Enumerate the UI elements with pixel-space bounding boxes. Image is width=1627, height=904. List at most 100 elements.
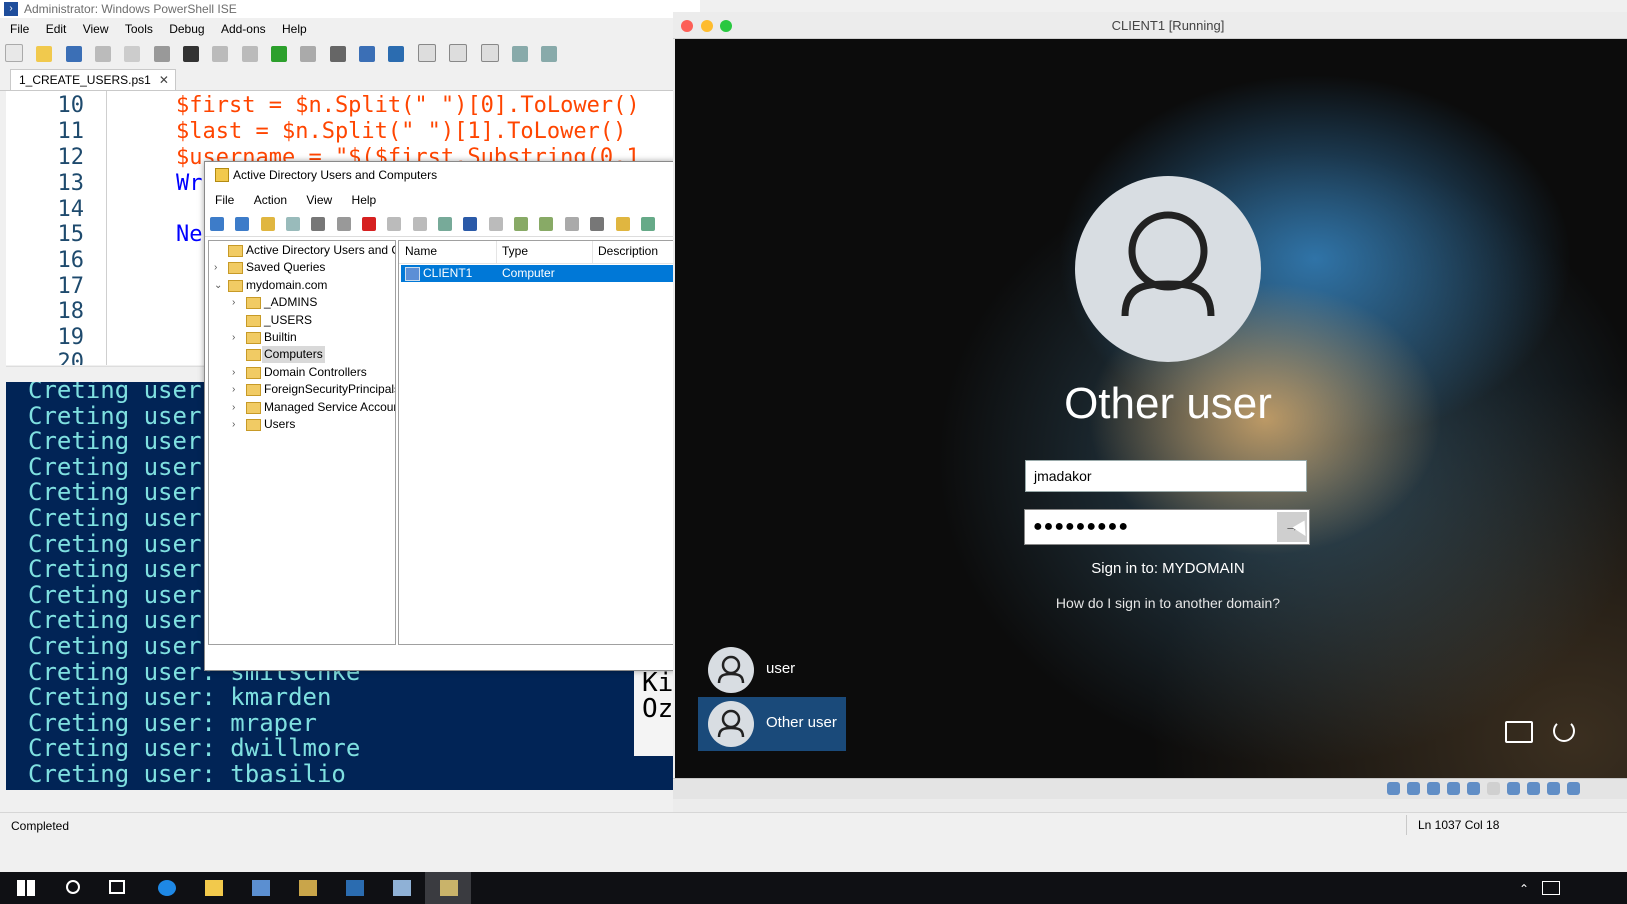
filter-icon[interactable]: [590, 217, 605, 231]
tree-expander-icon[interactable]: ⌄: [214, 277, 226, 294]
task-view-button[interactable]: [94, 872, 140, 904]
menu-tools[interactable]: Tools: [125, 22, 153, 36]
copy-icon[interactable]: [124, 46, 141, 62]
show-tree-icon[interactable]: [286, 217, 301, 231]
tree-expander-icon[interactable]: ›: [214, 259, 226, 276]
column-divider[interactable]: [592, 241, 593, 263]
redo-icon[interactable]: [241, 46, 258, 62]
start-button[interactable]: [2, 872, 48, 904]
password-field[interactable]: ●●●●●●●●●: [1033, 512, 1273, 542]
menu-debug[interactable]: Debug: [169, 22, 204, 36]
export-list-icon[interactable]: [438, 217, 453, 231]
vm-login-screen[interactable]: Other user jmadakor ●●●●●●●●● → Sign in …: [675, 39, 1627, 778]
paste-icon[interactable]: [336, 217, 351, 231]
view-icon[interactable]: [488, 217, 503, 231]
account-tile-user[interactable]: user: [698, 643, 846, 697]
network-tray-icon[interactable]: [1542, 881, 1560, 895]
search-button[interactable]: [48, 872, 94, 904]
hard-disk-icon[interactable]: [1387, 782, 1400, 795]
tree-expander-icon[interactable]: ›: [232, 416, 244, 433]
cpu-icon[interactable]: [1547, 782, 1560, 795]
start-powershell-icon[interactable]: [388, 46, 405, 62]
usb-icon[interactable]: [1467, 782, 1480, 795]
refresh-icon[interactable]: [412, 217, 427, 231]
powershell-ise-button[interactable]: [378, 872, 424, 904]
username-field[interactable]: jmadakor: [1025, 460, 1307, 492]
cut-icon[interactable]: [95, 46, 112, 62]
power-icon[interactable]: [1553, 720, 1575, 742]
server-manager-button[interactable]: [237, 872, 283, 904]
aduc-menu-view[interactable]: View: [306, 193, 332, 207]
table-row[interactable]: CLIENT1 Computer: [401, 265, 676, 282]
chevron-up-icon[interactable]: ⌃: [1519, 882, 1529, 896]
open-folder-icon[interactable]: [36, 46, 53, 62]
up-folder-icon[interactable]: [260, 217, 275, 231]
aduc-details-pane[interactable]: Name Type Description CLIENT1 Computer: [398, 240, 677, 645]
optical-drive-icon[interactable]: [1407, 782, 1420, 795]
aduc-window[interactable]: Active Directory Users and Computers Fil…: [204, 161, 677, 671]
undo-icon[interactable]: [212, 46, 229, 62]
layout-top-icon[interactable]: [417, 44, 436, 62]
run-script-icon[interactable]: [271, 46, 288, 62]
aduc-title-bar[interactable]: Active Directory Users and Computers: [205, 162, 675, 188]
aduc-menu-help[interactable]: Help: [352, 193, 377, 207]
shared-folder-icon[interactable]: [1487, 782, 1500, 795]
menu-addons[interactable]: Add-ons: [221, 22, 266, 36]
show-script-pane-icon[interactable]: [511, 46, 528, 62]
menu-file[interactable]: File: [10, 22, 29, 36]
commands-addon-icon[interactable]: [541, 46, 558, 62]
column-header-description[interactable]: Description: [598, 244, 658, 258]
forward-icon[interactable]: [235, 217, 250, 231]
column-header-name[interactable]: Name: [405, 244, 437, 258]
properties-icon[interactable]: [387, 217, 402, 231]
paste-icon[interactable]: [153, 46, 170, 62]
vm-window[interactable]: CLIENT1 [Running] Other user jmadakor ●●…: [673, 12, 1627, 812]
aduc-taskbar-button[interactable]: [284, 872, 330, 904]
menu-edit[interactable]: Edit: [46, 22, 67, 36]
recording-icon[interactable]: [1527, 782, 1540, 795]
menu-help[interactable]: Help: [282, 22, 307, 36]
delete-icon[interactable]: [362, 217, 377, 231]
help-icon[interactable]: [463, 217, 478, 231]
tree-expander-icon[interactable]: ›: [232, 294, 244, 311]
audio-icon[interactable]: [1427, 782, 1440, 795]
close-icon[interactable]: ✕: [159, 73, 169, 87]
remote-powershell-icon[interactable]: [359, 46, 376, 62]
run-selection-icon[interactable]: [300, 46, 317, 62]
new-user-icon[interactable]: [514, 217, 529, 231]
clear-icon[interactable]: [183, 46, 200, 62]
network-icon[interactable]: [1505, 721, 1533, 743]
virtualbox-button[interactable]: [425, 872, 471, 904]
cut-icon[interactable]: [311, 217, 326, 231]
tree-expander-icon[interactable]: ›: [232, 399, 244, 416]
tree-expander-icon[interactable]: ›: [232, 364, 244, 381]
display-icon[interactable]: [1507, 782, 1520, 795]
aduc-menu-file[interactable]: File: [215, 193, 234, 207]
layout-max-icon[interactable]: [480, 44, 499, 62]
new-ou-icon[interactable]: [564, 217, 579, 231]
tree-expander-icon[interactable]: ›: [232, 381, 244, 398]
add-to-group-icon[interactable]: [640, 217, 655, 231]
aduc-tree-pane[interactable]: Active Directory Users and Com › Saved Que…: [208, 240, 396, 645]
mouse-integration-icon[interactable]: [1567, 782, 1580, 795]
account-tile-other-user[interactable]: Other user: [698, 697, 846, 751]
other-domain-link[interactable]: How do I sign in to another domain?: [965, 595, 1371, 611]
new-file-icon[interactable]: [5, 44, 23, 62]
vm-title-bar[interactable]: CLIENT1 [Running]: [673, 12, 1627, 39]
password-field-wrapper[interactable]: ●●●●●●●●● →: [1024, 509, 1310, 545]
back-icon[interactable]: [210, 217, 224, 231]
aduc-menu-action[interactable]: Action: [254, 193, 287, 207]
edge-button[interactable]: [143, 872, 189, 904]
file-explorer-button[interactable]: [190, 872, 236, 904]
editor-horizontal-scrollbar[interactable]: [6, 366, 206, 381]
powershell-button[interactable]: [331, 872, 377, 904]
find-icon[interactable]: [615, 217, 630, 231]
layout-right-icon[interactable]: [449, 44, 468, 62]
new-group-icon[interactable]: [539, 217, 554, 231]
menu-view[interactable]: View: [83, 22, 109, 36]
save-icon[interactable]: [65, 46, 82, 62]
network-adapter-icon[interactable]: [1447, 782, 1460, 795]
tree-expander-icon[interactable]: ›: [232, 329, 244, 346]
tab-script[interactable]: 1_CREATE_USERS.ps1 ✕: [10, 69, 176, 90]
column-header-type[interactable]: Type: [502, 244, 528, 258]
